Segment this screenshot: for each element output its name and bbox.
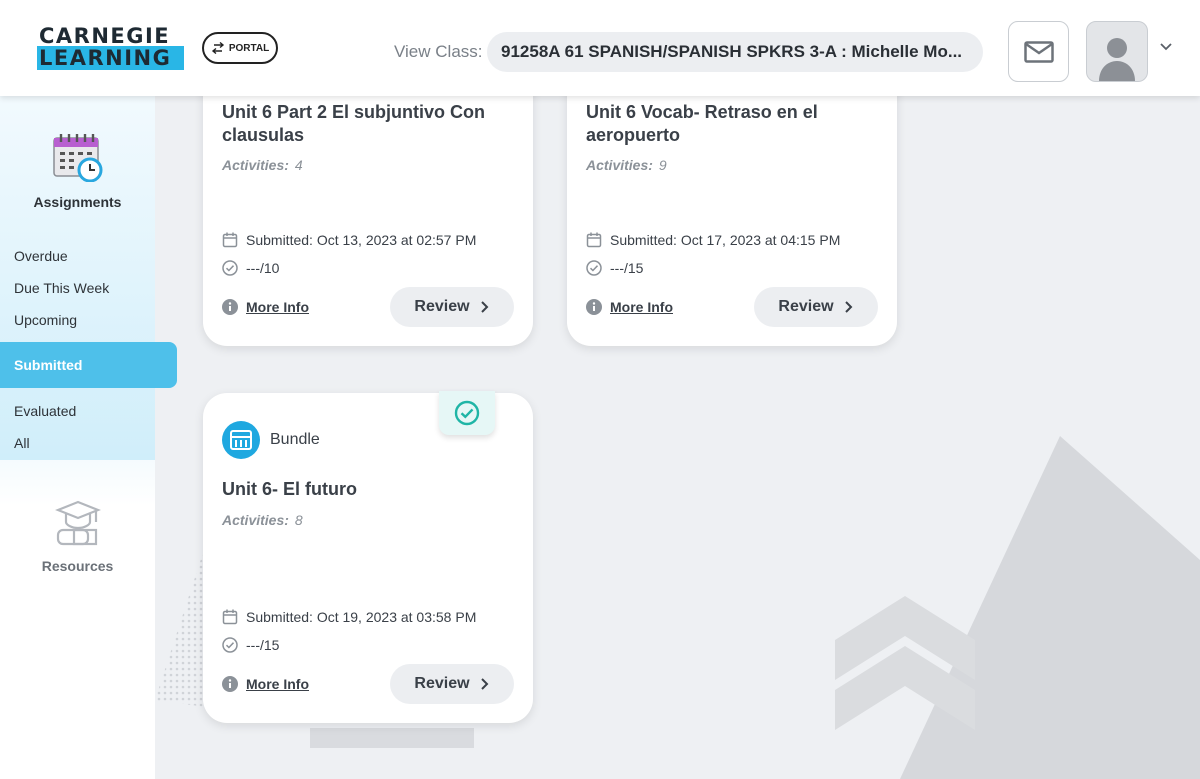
assignment-card: Unit 6 Vocab- Retraso en el aeropuerto A… xyxy=(567,60,897,346)
completed-badge xyxy=(439,391,495,435)
more-info-link[interactable]: More Info xyxy=(222,676,309,692)
check-circle-icon xyxy=(586,260,602,276)
bundle-icon xyxy=(222,421,260,459)
score: ---/15 xyxy=(222,637,279,653)
chevron-right-icon xyxy=(844,301,852,313)
calendar-icon xyxy=(222,609,238,625)
card-activities: Activities: 9 xyxy=(586,157,667,173)
review-button[interactable]: Review xyxy=(754,287,878,327)
mail-icon xyxy=(1023,40,1054,63)
calendar-icon xyxy=(222,232,238,248)
submitted-date: Submitted: Oct 13, 2023 at 02:57 PM xyxy=(222,232,476,248)
chevron-right-icon xyxy=(480,301,488,313)
resources-label[interactable]: Resources xyxy=(0,558,155,574)
mail-button[interactable] xyxy=(1008,21,1069,82)
chevron-right-icon xyxy=(480,678,488,690)
submitted-date: Submitted: Oct 19, 2023 at 03:58 PM xyxy=(222,609,476,625)
check-circle-icon xyxy=(222,260,238,276)
review-button[interactable]: Review xyxy=(390,664,514,704)
portal-button[interactable]: PORTAL xyxy=(202,32,278,64)
resources-icon[interactable] xyxy=(52,496,104,548)
bundle-card: Bundle Unit 6- El futuro Activities: 8 Su… xyxy=(203,391,533,723)
top-header: CARNEGIE LEARNING PORTAL View Class: 912… xyxy=(0,0,1200,96)
view-class-label: View Class: xyxy=(394,42,483,61)
score: ---/15 xyxy=(586,260,643,276)
chevron-down-icon[interactable] xyxy=(1159,40,1173,54)
nav-upcoming[interactable]: Upcoming xyxy=(14,312,77,328)
card-activities: Activities: 4 xyxy=(222,157,303,173)
class-select[interactable]: 91258A 61 SPANISH/SPANISH SPKRS 3-A : Mi… xyxy=(487,32,983,72)
assignments-label[interactable]: Assignments xyxy=(0,194,155,210)
submitted-date: Submitted: Oct 17, 2023 at 04:15 PM xyxy=(586,232,840,248)
check-circle-icon xyxy=(222,637,238,653)
card-title[interactable]: Unit 6 Vocab- Retraso en el aeropuerto xyxy=(586,101,876,147)
logo-line-1: CARNEGIE xyxy=(39,24,171,48)
info-icon xyxy=(586,299,602,315)
sidebar: Assignments Overdue Due This Week Upcomi… xyxy=(0,96,177,779)
card-title[interactable]: Unit 6 Part 2 El subjuntivo Con clausula… xyxy=(222,101,512,147)
card-activities: Activities: 8 xyxy=(222,512,303,528)
calendar-clock-icon[interactable] xyxy=(52,132,104,182)
card-title[interactable]: Unit 6- El futuro xyxy=(222,478,512,501)
portal-label: PORTAL xyxy=(228,42,270,54)
person-icon xyxy=(1099,38,1135,81)
carnegie-learning-logo[interactable]: CARNEGIE LEARNING xyxy=(37,24,185,72)
bundle-label: Bundle xyxy=(270,431,320,448)
nav-evaluated[interactable]: Evaluated xyxy=(14,403,76,419)
user-avatar[interactable] xyxy=(1086,21,1148,82)
nav-due-this-week[interactable]: Due This Week xyxy=(14,280,109,296)
assignment-card: Unit 6 Part 2 El subjuntivo Con clausula… xyxy=(203,60,533,346)
more-info-link[interactable]: More Info xyxy=(222,299,309,315)
nav-all[interactable]: All xyxy=(14,435,30,451)
logo-line-2: LEARNING xyxy=(37,46,184,70)
bundle-type: Bundle xyxy=(222,421,320,459)
score: ---/10 xyxy=(222,260,279,276)
info-icon xyxy=(222,676,238,692)
review-button[interactable]: Review xyxy=(390,287,514,327)
nav-overdue[interactable]: Overdue xyxy=(14,248,68,264)
swap-arrows-icon xyxy=(211,42,224,54)
check-circle-icon xyxy=(454,400,480,426)
info-icon xyxy=(222,299,238,315)
nav-submitted[interactable]: Submitted xyxy=(0,342,177,388)
more-info-link[interactable]: More Info xyxy=(586,299,673,315)
calendar-icon xyxy=(586,232,602,248)
